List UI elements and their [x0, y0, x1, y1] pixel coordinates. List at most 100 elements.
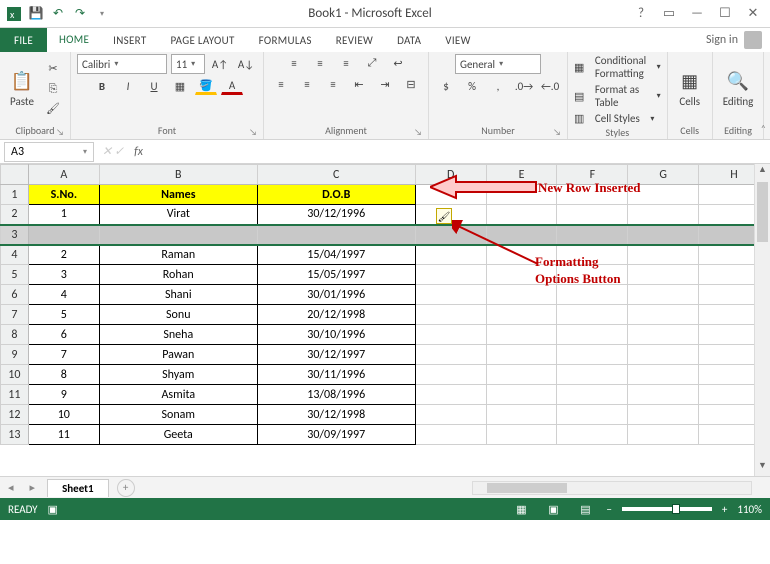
redo-icon[interactable]: ↷ [72, 6, 88, 22]
cell-styles-button[interactable]: ▥ Cell Styles ▾ [574, 112, 654, 125]
cell-F2[interactable] [557, 205, 628, 225]
zoom-out-icon[interactable]: − [606, 503, 611, 516]
cell-F10[interactable] [557, 365, 628, 385]
cell-D12[interactable] [415, 405, 486, 425]
qat-dropdown-icon[interactable]: ▾ [94, 6, 110, 22]
close-icon[interactable]: ✕ [740, 6, 766, 21]
zoom-in-icon[interactable]: + [722, 503, 727, 516]
cell-E11[interactable] [486, 385, 557, 405]
percent-icon[interactable]: % [461, 77, 483, 95]
cell-D6[interactable] [415, 285, 486, 305]
scroll-up-icon[interactable]: ▲ [755, 164, 770, 180]
format-as-table-button[interactable]: ▤ Format as Table ▾ [574, 83, 661, 109]
cell-B11[interactable]: Asmita [99, 385, 257, 405]
tab-formulas[interactable]: FORMULAS [247, 28, 324, 52]
wrap-text-icon[interactable]: ↩ [387, 54, 409, 72]
cell-C7[interactable]: 20/12/1998 [257, 305, 415, 325]
normal-view-icon[interactable]: ▦ [510, 503, 532, 516]
cell-G13[interactable] [628, 425, 699, 445]
cells-button[interactable]: ▦Cells [674, 67, 706, 110]
alignment-launcher-icon[interactable]: ↘ [414, 127, 422, 138]
row-header-1[interactable]: 1 [1, 185, 29, 205]
font-size-select[interactable]: 11▾ [171, 54, 205, 74]
cell-B6[interactable]: Shani [99, 285, 257, 305]
increase-indent-icon[interactable]: ⇥ [374, 75, 396, 93]
cell-F3[interactable] [557, 225, 628, 245]
format-painter-icon[interactable]: 🖌 [42, 100, 64, 118]
cell-C4[interactable]: 15/04/1997 [257, 245, 415, 265]
cell-A10[interactable]: 8 [28, 365, 99, 385]
cell-D3[interactable] [415, 225, 486, 245]
cell-D4[interactable] [415, 245, 486, 265]
zoom-slider[interactable] [622, 507, 712, 511]
editing-button[interactable]: 🔍Editing [719, 67, 758, 110]
number-format-select[interactable]: General▾ [455, 54, 541, 74]
row-header-4[interactable]: 4 [1, 245, 29, 265]
clipboard-launcher-icon[interactable]: ↘ [56, 127, 64, 138]
cell-F7[interactable] [557, 305, 628, 325]
cell-G4[interactable] [628, 245, 699, 265]
cell-B4[interactable]: Raman [99, 245, 257, 265]
tab-view[interactable]: VIEW [433, 28, 482, 52]
cell-E13[interactable] [486, 425, 557, 445]
cell-E9[interactable] [486, 345, 557, 365]
cell-F12[interactable] [557, 405, 628, 425]
cell-B9[interactable]: Pawan [99, 345, 257, 365]
row-header-7[interactable]: 7 [1, 305, 29, 325]
hscroll-thumb[interactable] [487, 483, 567, 493]
cell-G6[interactable] [628, 285, 699, 305]
cell-G3[interactable] [628, 225, 699, 245]
cell-D7[interactable] [415, 305, 486, 325]
save-icon[interactable]: 💾 [28, 6, 44, 22]
cell-A12[interactable]: 10 [28, 405, 99, 425]
cell-G12[interactable] [628, 405, 699, 425]
col-header-A[interactable]: A [28, 165, 99, 185]
cell-A4[interactable]: 2 [28, 245, 99, 265]
cell-C2[interactable]: 30/12/1996 [257, 205, 415, 225]
cell-D9[interactable] [415, 345, 486, 365]
cell-A8[interactable]: 6 [28, 325, 99, 345]
maximize-icon[interactable]: ☐ [712, 6, 738, 21]
cell-G8[interactable] [628, 325, 699, 345]
cell-C10[interactable]: 30/11/1996 [257, 365, 415, 385]
cell-A1[interactable]: S.No. [28, 185, 99, 205]
formula-input[interactable] [149, 142, 770, 162]
cell-A7[interactable]: 5 [28, 305, 99, 325]
row-header-12[interactable]: 12 [1, 405, 29, 425]
bold-button[interactable]: B [91, 77, 113, 95]
font-color-icon[interactable]: A [221, 77, 243, 95]
sheet-tab[interactable]: Sheet1 [47, 479, 109, 497]
row-header-8[interactable]: 8 [1, 325, 29, 345]
tab-data[interactable]: DATA [385, 28, 433, 52]
name-box[interactable]: A3▾ [4, 142, 94, 162]
ribbon-options-icon[interactable]: ▭ [656, 6, 682, 21]
enter-formula-icon[interactable]: ✓ [114, 144, 124, 159]
row-header-6[interactable]: 6 [1, 285, 29, 305]
align-center-icon[interactable]: ≡ [296, 75, 318, 93]
row-header-3[interactable]: 3 [1, 225, 29, 245]
collapse-ribbon-icon[interactable]: ˄ [761, 122, 766, 135]
select-all-corner[interactable] [1, 165, 29, 185]
macro-record-icon[interactable]: ▣ [48, 503, 58, 516]
cell-C1[interactable]: D.O.B [257, 185, 415, 205]
tab-file[interactable]: FILE [0, 28, 47, 52]
sign-in[interactable]: Sign in [698, 28, 770, 52]
cell-B12[interactable]: Sonam [99, 405, 257, 425]
cell-B5[interactable]: Rohan [99, 265, 257, 285]
cell-G5[interactable] [628, 265, 699, 285]
cell-C13[interactable]: 30/09/1997 [257, 425, 415, 445]
cell-A3[interactable] [28, 225, 99, 245]
cell-B2[interactable]: Virat [99, 205, 257, 225]
col-header-C[interactable]: C [257, 165, 415, 185]
cell-B8[interactable]: Sneha [99, 325, 257, 345]
cell-A5[interactable]: 3 [28, 265, 99, 285]
col-header-D[interactable]: D [415, 165, 486, 185]
cell-C9[interactable]: 30/12/1997 [257, 345, 415, 365]
number-launcher-icon[interactable]: ↘ [553, 127, 561, 138]
cell-C8[interactable]: 30/10/1996 [257, 325, 415, 345]
scroll-thumb[interactable] [757, 182, 768, 242]
align-left-icon[interactable]: ≡ [270, 75, 292, 93]
cell-G11[interactable] [628, 385, 699, 405]
cell-A6[interactable]: 4 [28, 285, 99, 305]
accounting-icon[interactable]: $ [435, 77, 457, 95]
